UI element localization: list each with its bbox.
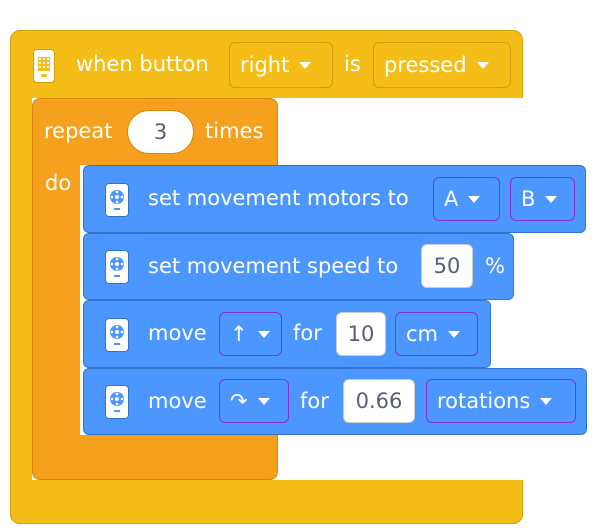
is-label: is — [344, 52, 361, 76]
when-button-label: when button — [76, 52, 209, 76]
button-dropdown-value: right — [240, 53, 290, 77]
chevron-down-icon — [299, 61, 312, 69]
state-dropdown-value: pressed — [384, 53, 467, 77]
speed-input[interactable]: 50 — [421, 244, 473, 288]
motor-port-1-value: A — [444, 187, 459, 211]
motor-port-2-dropdown[interactable]: B — [510, 177, 575, 221]
button-dropdown[interactable]: right — [229, 42, 333, 88]
chevron-down-icon — [257, 397, 270, 405]
unit-value: cm — [406, 322, 439, 346]
rotation-direction-dropdown[interactable]: ↷ — [219, 379, 289, 423]
motor-port-2-value: B — [521, 187, 536, 211]
chevron-down-icon — [468, 195, 481, 203]
set-movement-speed-label: set movement speed to — [148, 254, 399, 278]
chevron-down-icon — [545, 195, 558, 203]
repeat-count-value: 3 — [153, 120, 168, 144]
state-dropdown[interactable]: pressed — [373, 42, 511, 88]
rotations-value: 0.66 — [355, 389, 403, 413]
hub-icon-graphic — [38, 57, 50, 77]
motor-port-1-dropdown[interactable]: A — [433, 177, 500, 221]
move-label: move — [148, 321, 207, 345]
distance-input[interactable]: 10 — [336, 312, 386, 356]
event-block-left-rail — [10, 60, 32, 500]
speed-unit-label: % — [485, 254, 505, 278]
movement-motor-icon — [105, 250, 129, 284]
do-label: do — [45, 171, 72, 195]
hub-icon — [33, 49, 55, 83]
repeat-label: repeat — [44, 119, 113, 143]
move-label: move — [148, 389, 207, 413]
for-label: for — [293, 321, 322, 345]
rotations-unit-dropdown[interactable]: rotations — [426, 379, 576, 423]
chevron-down-icon — [448, 330, 461, 338]
direction-dropdown[interactable]: ↑ — [219, 312, 282, 356]
repeat-count-input[interactable]: 3 — [127, 110, 194, 154]
chevron-down-icon — [257, 330, 270, 338]
speed-value: 50 — [433, 254, 461, 278]
movement-motor-icon — [105, 318, 129, 352]
times-label: times — [205, 119, 264, 143]
rotation-direction-value: ↷ — [230, 389, 248, 413]
event-block-bottom-bar — [10, 480, 523, 524]
unit-dropdown[interactable]: cm — [395, 312, 478, 356]
chevron-down-icon — [476, 61, 489, 69]
direction-value: ↑ — [230, 322, 248, 346]
rotations-input[interactable]: 0.66 — [343, 379, 415, 423]
for-label: for — [300, 389, 329, 413]
set-movement-motors-label: set movement motors to — [148, 186, 409, 210]
movement-motor-icon — [105, 183, 129, 217]
distance-value: 10 — [347, 322, 375, 346]
rotations-unit-value: rotations — [437, 389, 531, 413]
movement-motor-icon — [105, 385, 129, 419]
chevron-down-icon — [540, 397, 553, 405]
